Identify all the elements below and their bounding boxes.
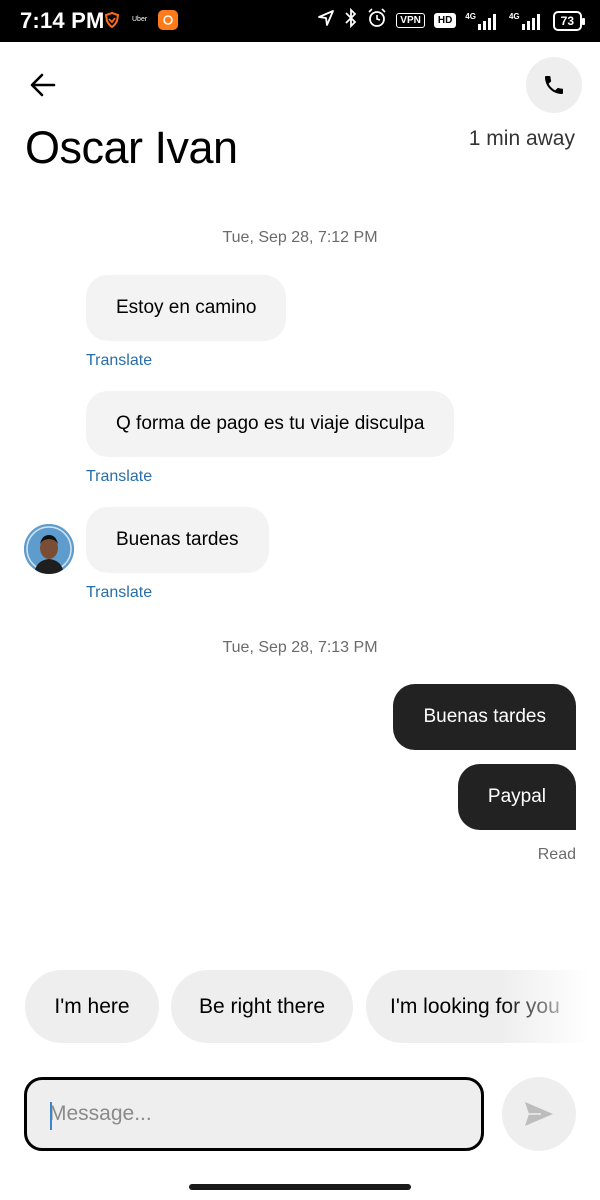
phone-icon: [545, 76, 563, 94]
incoming-message: Buenas tardes: [86, 507, 269, 573]
status-bar: 7:14 PM Uber VPN HD 4G 4G 73: [0, 0, 600, 42]
date-separator: Tue, Sep 28, 7:13 PM: [222, 639, 378, 656]
contact-name: Oscar Ivan: [25, 122, 238, 173]
app-notification-icon: [158, 10, 178, 35]
quick-reply-chip[interactable]: I'm here: [25, 970, 159, 1043]
message-text: Buenas tardes: [116, 529, 239, 550]
home-indicator[interactable]: [189, 1184, 411, 1190]
bluetooth-icon: [344, 7, 358, 33]
send-button[interactable]: [502, 1077, 576, 1151]
incoming-message: Estoy en camino: [86, 275, 287, 341]
date-separator: Tue, Sep 28, 7:12 PM: [222, 229, 378, 246]
location-icon: [317, 9, 335, 32]
message-composer[interactable]: [24, 1077, 484, 1151]
vpn-icon: VPN: [396, 13, 425, 28]
arrow-left-icon: [30, 73, 56, 97]
incoming-message: Q forma de pago es tu viaje disculpa: [86, 391, 455, 457]
shield-app-icon: [104, 11, 120, 33]
alarm-icon: [367, 8, 387, 33]
avatar: [24, 524, 74, 574]
translate-link[interactable]: Translate: [86, 352, 152, 370]
message-input[interactable]: [27, 1080, 481, 1148]
send-icon: [525, 1102, 553, 1126]
status-time: 7:14 PM: [20, 8, 105, 33]
message-text: Q forma de pago es tu viaje disculpa: [116, 413, 425, 434]
eta-text: 1 min away: [468, 127, 575, 150]
hd-icon: HD: [433, 13, 457, 28]
message-text: Paypal: [487, 786, 546, 807]
back-button[interactable]: [24, 66, 62, 104]
outgoing-message: Buenas tardes: [393, 684, 576, 750]
outgoing-message: Paypal: [457, 764, 576, 830]
uber-notification-icon: Uber: [132, 16, 148, 23]
call-button[interactable]: [526, 57, 582, 113]
read-receipt: Read: [537, 846, 576, 863]
message-text: Estoy en camino: [116, 297, 257, 318]
message-text: Buenas tardes: [423, 706, 546, 727]
translate-link[interactable]: Translate: [86, 584, 152, 602]
text-caret: [50, 1102, 52, 1130]
battery-icon: 73: [552, 10, 586, 31]
quick-reply-chip[interactable]: Be right there: [171, 970, 353, 1043]
signal-icon-2: 4G: [509, 12, 544, 30]
translate-link[interactable]: Translate: [86, 468, 152, 486]
quick-reply-chip[interactable]: I'm looking for you: [366, 970, 600, 1043]
signal-icon-1: 4G: [465, 12, 500, 30]
